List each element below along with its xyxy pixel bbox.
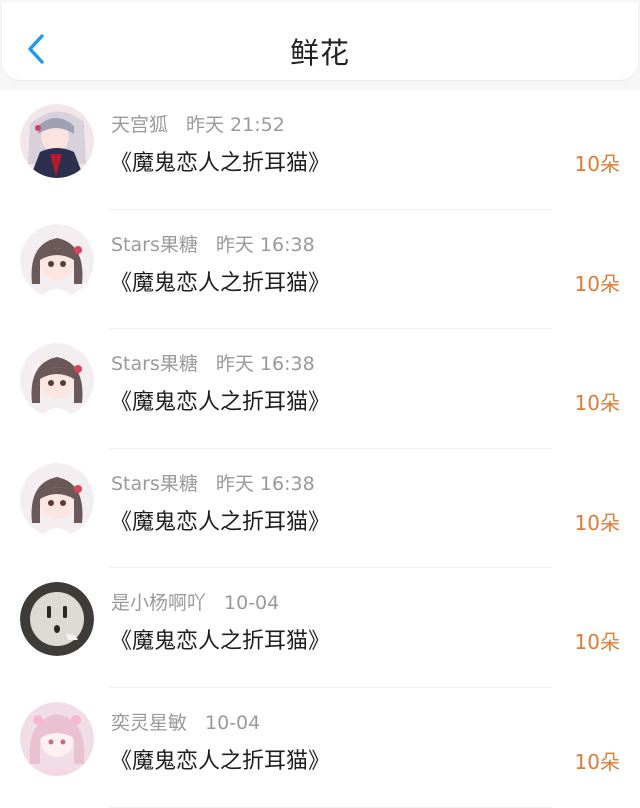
flower-list: 天宫狐 昨天 21:52 《魔鬼恋人之折耳猫》 10朵 Stars果糖 昨天 16:… <box>0 90 640 808</box>
item-meta: 天宫狐 昨天 21:52 <box>111 110 285 137</box>
timestamp: 昨天 16:38 <box>215 353 315 376</box>
avatar[interactable] <box>20 223 94 298</box>
book-title[interactable]: 《魔鬼恋人之折耳猫》 <box>110 623 330 655</box>
list-item[interactable]: 是小杨啊吖 10-04 《魔鬼恋人之折耳猫》 10朵 <box>0 568 640 688</box>
user-name: Stars果糖 <box>111 233 198 256</box>
user-name: Stars果糖 <box>111 353 198 376</box>
avatar[interactable] <box>20 582 94 657</box>
book-title[interactable]: 《魔鬼恋人之折耳猫》 <box>110 145 330 177</box>
user-name: 是小杨啊吖 <box>111 592 207 615</box>
flower-count: 10朵 <box>574 630 620 655</box>
list-item[interactable]: Stars果糖 昨天 16:38 《魔鬼恋人之折耳猫》 10朵 <box>0 448 640 569</box>
item-meta: Stars果糖 昨天 16:38 <box>111 349 315 376</box>
list-item[interactable]: Stars果糖 昨天 16:38 《魔鬼恋人之折耳猫》 10朵 <box>0 209 640 330</box>
timestamp: 昨天 16:38 <box>215 233 315 256</box>
avatar-image <box>20 343 94 418</box>
flower-count: 10朵 <box>574 749 620 774</box>
top-bar: 鲜花 <box>2 2 638 80</box>
avatar-image <box>20 462 94 537</box>
avatar-image <box>20 104 94 178</box>
avatar-image <box>20 582 94 657</box>
flower-count: 10朵 <box>574 271 620 296</box>
avatar-image <box>20 223 94 298</box>
flower-count: 10朵 <box>574 391 620 416</box>
avatar-image <box>20 701 94 776</box>
list-item[interactable]: 奕灵星敏 10-04 《魔鬼恋人之折耳猫》 10朵 <box>0 687 640 808</box>
avatar[interactable] <box>20 701 94 776</box>
book-title[interactable]: 《魔鬼恋人之折耳猫》 <box>110 384 330 416</box>
avatar[interactable] <box>20 343 94 418</box>
user-name: Stars果糖 <box>111 472 198 495</box>
flower-count: 10朵 <box>574 152 620 176</box>
timestamp: 10-04 <box>224 592 280 615</box>
avatar[interactable] <box>20 104 94 178</box>
item-meta: 奕灵星敏 10-04 <box>111 708 260 735</box>
list-item[interactable]: Stars果糖 昨天 16:38 《魔鬼恋人之折耳猫》 10朵 <box>0 329 640 449</box>
timestamp: 昨天 16:38 <box>215 472 315 495</box>
timestamp: 昨天 21:52 <box>186 114 285 136</box>
flower-count: 10朵 <box>574 510 620 535</box>
timestamp: 10-04 <box>205 711 261 734</box>
item-meta: Stars果糖 昨天 16:38 <box>111 230 315 257</box>
avatar[interactable] <box>20 462 94 537</box>
user-name: 天宫狐 <box>111 114 169 136</box>
book-title[interactable]: 《魔鬼恋人之折耳猫》 <box>110 743 330 775</box>
book-title[interactable]: 《魔鬼恋人之折耳猫》 <box>110 504 330 536</box>
list-item[interactable]: 天宫狐 昨天 21:52 《魔鬼恋人之折耳猫》 10朵 <box>0 90 640 210</box>
book-title[interactable]: 《魔鬼恋人之折耳猫》 <box>110 265 330 297</box>
user-name: 奕灵星敏 <box>111 711 188 734</box>
page-title: 鲜花 <box>289 36 350 70</box>
item-meta: 是小杨啊吖 10-04 <box>111 588 279 615</box>
item-meta: Stars果糖 昨天 16:38 <box>111 469 315 496</box>
